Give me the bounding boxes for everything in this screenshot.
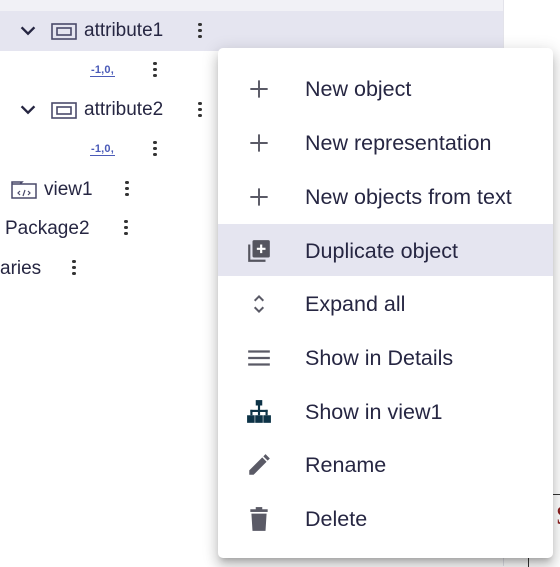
menu-item-label: New objects from text bbox=[305, 185, 512, 209]
editor-pane-glyph: S bbox=[556, 501, 560, 531]
tree-row-label: aries bbox=[0, 258, 42, 279]
tree-row-label: view1 bbox=[44, 179, 93, 200]
pencil-icon bbox=[249, 454, 270, 475]
menu-item-label: Show in view1 bbox=[305, 400, 443, 424]
attribute-icon bbox=[51, 23, 77, 40]
menu-item-show-in-view1[interactable]: Show in view1 bbox=[218, 385, 553, 437]
more-options-icon[interactable] bbox=[197, 102, 203, 120]
menu-item-label: Expand all bbox=[305, 292, 406, 316]
more-options-icon[interactable] bbox=[152, 141, 158, 159]
menu-item-label: Rename bbox=[305, 453, 387, 477]
more-options-icon[interactable] bbox=[152, 62, 158, 80]
plus-icon bbox=[250, 188, 268, 206]
menu-item-label: New object bbox=[305, 77, 412, 101]
context-menu: New object New representation New object… bbox=[218, 48, 553, 558]
menu-item-label: Delete bbox=[305, 507, 368, 531]
tree-row-label: attribute2 bbox=[84, 99, 164, 120]
plus-icon bbox=[250, 80, 268, 98]
menu-item-label: Show in Details bbox=[305, 346, 454, 370]
unfold-more-icon bbox=[253, 295, 265, 313]
attribute-icon bbox=[51, 102, 77, 119]
account-tree-icon bbox=[247, 400, 271, 423]
tree-row-attribute1[interactable]: attribute1 bbox=[0, 11, 503, 51]
menu-item-rename[interactable]: Rename bbox=[218, 438, 553, 490]
menu-item-new-object[interactable]: New object bbox=[218, 62, 553, 114]
more-options-icon[interactable] bbox=[124, 181, 130, 199]
trash-icon bbox=[250, 507, 268, 531]
more-options-icon[interactable] bbox=[123, 220, 129, 238]
number-literal-icon: -1,0, bbox=[90, 64, 116, 77]
menu-lines-icon bbox=[248, 350, 270, 366]
library-add-icon bbox=[248, 240, 270, 262]
menu-item-new-representation[interactable]: New representation bbox=[218, 116, 553, 168]
view-folder-icon bbox=[11, 181, 37, 199]
chevron-down-icon[interactable] bbox=[17, 99, 39, 121]
chevron-down-icon[interactable] bbox=[17, 20, 39, 42]
menu-item-duplicate-object[interactable]: Duplicate object bbox=[218, 224, 553, 276]
tree-row-label: attribute1 bbox=[84, 20, 164, 41]
menu-item-label: Duplicate object bbox=[305, 239, 458, 263]
menu-item-delete[interactable]: Delete bbox=[218, 492, 553, 544]
plus-icon bbox=[250, 134, 268, 152]
more-options-icon[interactable] bbox=[197, 23, 203, 41]
more-options-icon[interactable] bbox=[71, 260, 77, 278]
menu-item-new-objects-from-text[interactable]: New objects from text bbox=[218, 170, 553, 222]
menu-item-show-in-details[interactable]: Show in Details bbox=[218, 331, 553, 383]
tree-row-label: Package2 bbox=[5, 218, 90, 239]
menu-item-expand-all[interactable]: Expand all bbox=[218, 277, 553, 329]
menu-item-label: New representation bbox=[305, 131, 492, 155]
number-literal-icon: -1,0, bbox=[90, 143, 116, 156]
